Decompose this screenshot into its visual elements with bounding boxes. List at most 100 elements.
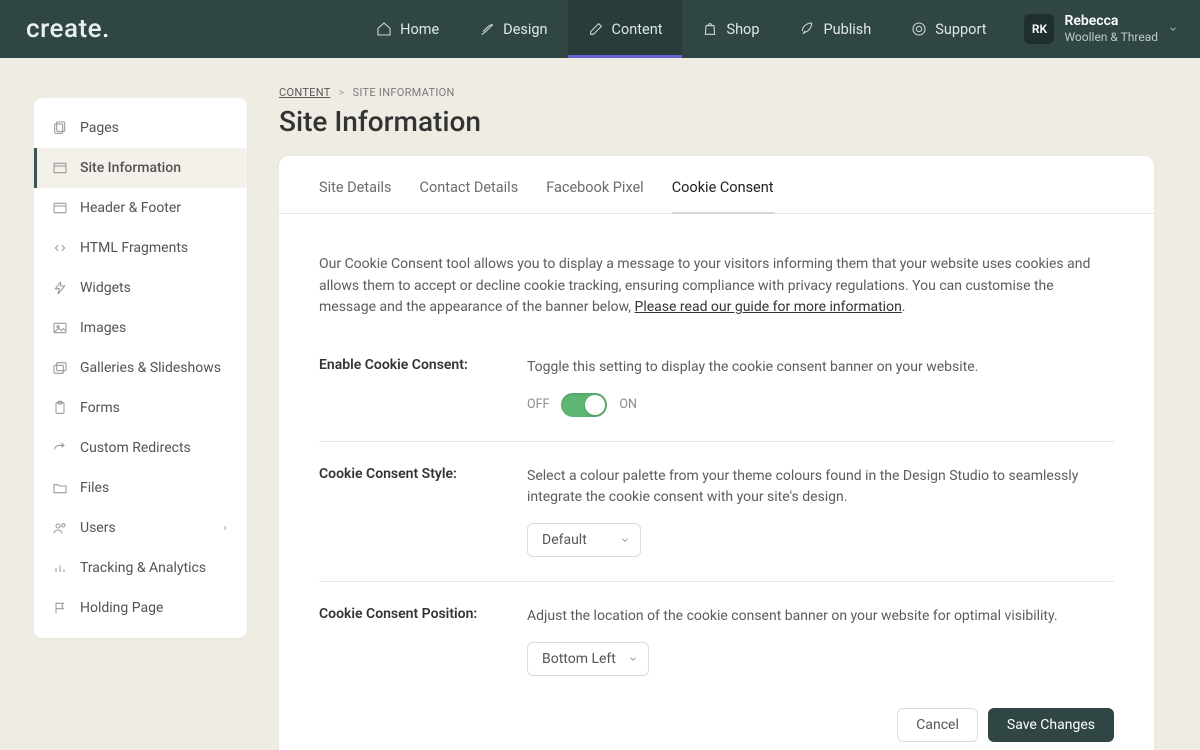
home-icon	[376, 21, 392, 37]
flag-icon	[52, 600, 68, 616]
sidebar-label: Custom Redirects	[80, 440, 191, 456]
sidebar: Pages Site Information Header & Footer H…	[34, 98, 247, 638]
sidebar-label: Files	[80, 480, 109, 496]
sidebar-label: Site Information	[80, 160, 181, 176]
tab-facebook-pixel[interactable]: Facebook Pixel	[546, 179, 644, 214]
edit-icon	[588, 21, 604, 37]
position-select-value: Bottom Left	[542, 651, 616, 667]
brand-dot: .	[102, 14, 110, 44]
sidebar-item-html-fragments[interactable]: HTML Fragments	[34, 228, 247, 268]
nav-shop[interactable]: Shop	[682, 0, 779, 58]
sidebar-item-images[interactable]: Images	[34, 308, 247, 348]
chevron-down-icon	[1168, 24, 1178, 34]
breadcrumb: CONTENT > SITE INFORMATION	[279, 86, 1154, 99]
chevron-right-icon	[221, 524, 229, 532]
sidebar-item-tracking[interactable]: Tracking & Analytics	[34, 548, 247, 588]
lifebuoy-icon	[911, 21, 927, 37]
cancel-button[interactable]: Cancel	[897, 708, 978, 742]
nav-design[interactable]: Design	[459, 0, 567, 58]
position-label: Cookie Consent Position:	[319, 606, 527, 676]
sidebar-label: Widgets	[80, 280, 131, 296]
sidebar-item-users[interactable]: Users	[34, 508, 247, 548]
enable-label: Enable Cookie Consent:	[319, 357, 527, 417]
sidebar-label: Users	[80, 520, 116, 536]
toggle-off-label: OFF	[527, 397, 549, 412]
enable-help: Toggle this setting to display the cooki…	[527, 357, 1114, 379]
breadcrumb-current: SITE INFORMATION	[353, 86, 455, 99]
section-position: Cookie Consent Position: Adjust the loca…	[319, 582, 1114, 700]
nav-publish-label: Publish	[823, 21, 871, 38]
sidebar-label: HTML Fragments	[80, 240, 188, 256]
nav-publish[interactable]: Publish	[779, 0, 891, 58]
sidebar-item-forms[interactable]: Forms	[34, 388, 247, 428]
rocket-icon	[799, 21, 815, 37]
folder-icon	[52, 480, 68, 496]
section-enable: Enable Cookie Consent: Toggle this setti…	[319, 333, 1114, 442]
sidebar-item-site-information[interactable]: Site Information	[34, 148, 247, 188]
user-subtitle: Woollen & Thread	[1064, 30, 1158, 44]
breadcrumb-sep: >	[338, 86, 344, 99]
enable-toggle[interactable]	[561, 393, 607, 417]
enable-toggle-row: OFF ON	[527, 393, 1114, 417]
position-help: Adjust the location of the cookie consen…	[527, 606, 1114, 628]
brand-text: create	[26, 14, 102, 44]
sidebar-item-pages[interactable]: Pages	[34, 108, 247, 148]
style-help: Select a colour palette from your theme …	[527, 466, 1114, 509]
nav-content[interactable]: Content	[568, 0, 683, 58]
nav-design-label: Design	[503, 21, 547, 38]
sidebar-item-files[interactable]: Files	[34, 468, 247, 508]
tab-site-details[interactable]: Site Details	[319, 179, 392, 214]
pages-icon	[52, 120, 68, 136]
tab-contact-details[interactable]: Contact Details	[420, 179, 519, 214]
clipboard-icon	[52, 400, 68, 416]
style-label: Cookie Consent Style:	[319, 466, 527, 557]
intro-text: Our Cookie Consent tool allows you to di…	[319, 254, 1114, 319]
window-icon	[52, 160, 68, 176]
chevron-down-icon	[620, 535, 630, 545]
sidebar-label: Forms	[80, 400, 120, 416]
card-actions: Cancel Save Changes	[279, 708, 1154, 742]
user-menu[interactable]: RK Rebecca Woollen & Thread	[1006, 0, 1200, 58]
sidebar-label: Galleries & Slideshows	[80, 360, 221, 376]
avatar: RK	[1024, 14, 1054, 44]
toggle-knob	[585, 395, 605, 415]
redirect-icon	[52, 440, 68, 456]
main: CONTENT > SITE INFORMATION Site Informat…	[247, 58, 1200, 750]
brush-icon	[479, 21, 495, 37]
top-nav: Home Design Content Shop Publish Support	[356, 0, 1006, 58]
style-select[interactable]: Default	[527, 523, 641, 557]
toggle-on-label: ON	[619, 397, 637, 412]
sidebar-item-custom-redirects[interactable]: Custom Redirects	[34, 428, 247, 468]
position-select[interactable]: Bottom Left	[527, 642, 649, 676]
sidebar-label: Tracking & Analytics	[80, 560, 206, 576]
bolt-icon	[52, 280, 68, 296]
nav-content-label: Content	[612, 21, 663, 38]
layout-icon	[52, 200, 68, 216]
breadcrumb-root[interactable]: CONTENT	[279, 86, 330, 99]
save-button[interactable]: Save Changes	[988, 708, 1114, 742]
bag-icon	[702, 21, 718, 37]
brand-logo[interactable]: create.	[0, 0, 140, 58]
app-header: create. Home Design Content Shop Publish…	[0, 0, 1200, 58]
code-icon	[52, 240, 68, 256]
sidebar-item-galleries[interactable]: Galleries & Slideshows	[34, 348, 247, 388]
page-title: Site Information	[279, 105, 1154, 138]
chart-icon	[52, 560, 68, 576]
tab-cookie-consent[interactable]: Cookie Consent	[672, 179, 774, 214]
user-name: Rebecca	[1064, 13, 1158, 30]
users-icon	[52, 520, 68, 536]
style-select-value: Default	[542, 532, 587, 548]
sidebar-item-header-footer[interactable]: Header & Footer	[34, 188, 247, 228]
nav-support-label: Support	[935, 21, 986, 38]
image-icon	[52, 320, 68, 336]
intro-link[interactable]: Please read our guide for more informati…	[635, 299, 902, 315]
chevron-down-icon	[628, 654, 638, 664]
nav-home-label: Home	[400, 21, 439, 38]
nav-home[interactable]: Home	[356, 0, 459, 58]
settings-card: Site Details Contact Details Facebook Pi…	[279, 156, 1154, 750]
nav-support[interactable]: Support	[891, 0, 1006, 58]
sidebar-item-widgets[interactable]: Widgets	[34, 268, 247, 308]
sidebar-item-holding-page[interactable]: Holding Page	[34, 588, 247, 628]
nav-shop-label: Shop	[726, 21, 759, 38]
sidebar-label: Images	[80, 320, 126, 336]
